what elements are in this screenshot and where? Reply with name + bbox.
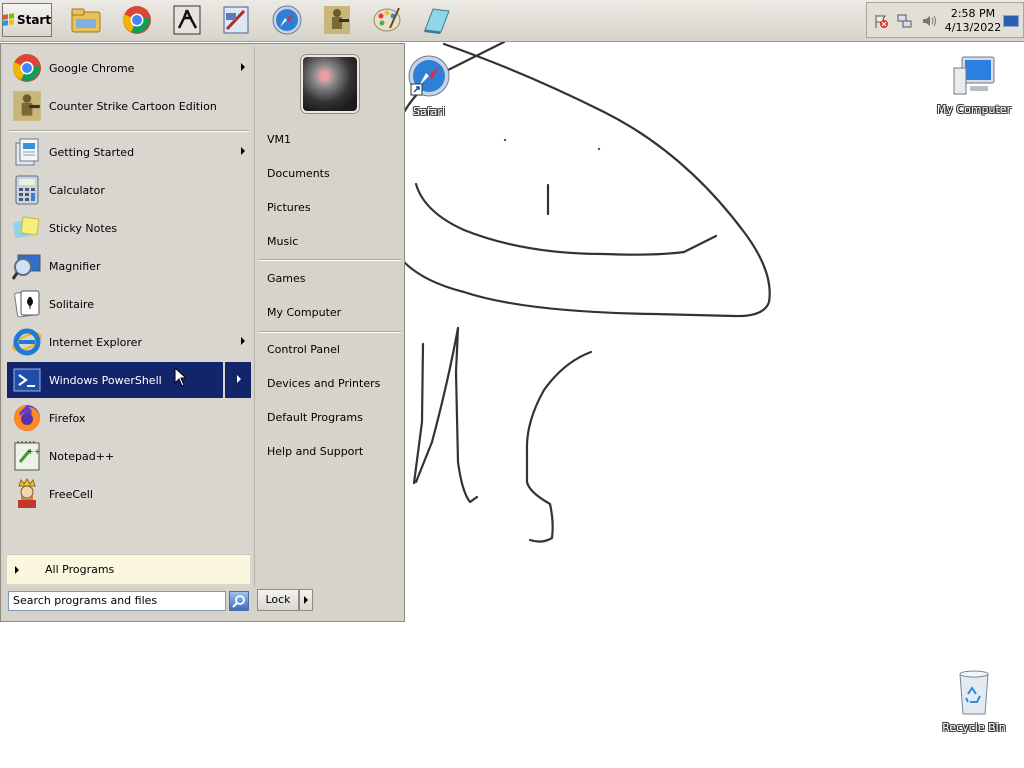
program-label: Magnifier [49, 259, 101, 273]
network-icon[interactable] [897, 13, 913, 29]
place-devices-and-printers[interactable]: Devices and Printers [267, 377, 380, 390]
program-calculator[interactable]: Calculator [7, 172, 251, 208]
places-pane: VM1 Documents Pictures Music Games My Co… [254, 47, 402, 586]
firefox-icon [11, 402, 43, 434]
search-icon [232, 595, 245, 608]
windows-flag-icon [2, 13, 15, 27]
program-label: Firefox [49, 411, 86, 425]
place-my-computer[interactable]: My Computer [267, 306, 341, 319]
volume-icon[interactable] [921, 13, 937, 29]
start-menu: Google Chrome Counter Strike Cartoon Edi… [0, 43, 405, 622]
all-programs-arrow-icon [15, 565, 19, 574]
clock[interactable]: 2:58 PM 4/13/2022 [943, 7, 1003, 35]
clock-time: 2:58 PM [950, 7, 996, 20]
system-tray: 2:58 PM 4/13/2022 [866, 2, 1024, 38]
submenu-arrow-icon[interactable] [241, 63, 245, 71]
menu-separator [259, 331, 401, 333]
internet-explorer-icon [11, 326, 43, 358]
start-label: Start [16, 13, 52, 27]
paint-tool-icon[interactable] [220, 4, 252, 36]
program-getting-started[interactable]: Getting Started [7, 134, 251, 170]
program-label: Getting Started [49, 145, 135, 159]
place-help-and-support[interactable]: Help and Support [267, 445, 363, 458]
program-windows-powershell[interactable]: Windows PowerShell [7, 362, 251, 398]
all-programs-button[interactable]: All Programs [7, 554, 250, 584]
program-firefox[interactable]: Firefox [7, 400, 251, 436]
user-avatar[interactable] [301, 55, 359, 113]
all-programs-label: All Programs [45, 563, 115, 576]
submenu-arrow-icon[interactable] [241, 337, 245, 345]
safari-icon[interactable] [271, 4, 303, 36]
desktop-icon-recycle-bin[interactable]: Recycle Bin [934, 668, 1014, 734]
search-placeholder: Search programs and files [13, 594, 158, 607]
magnifier-icon [11, 250, 43, 282]
show-desktop-button[interactable] [1003, 15, 1019, 27]
paint-palette-icon[interactable] [371, 4, 403, 36]
recycle-bin-icon [959, 670, 989, 715]
place-control-panel[interactable]: Control Panel [267, 343, 340, 356]
taskbar: Start 2:58 PM 4/13/2022 [0, 0, 1024, 42]
safari-icon [408, 55, 450, 97]
soldier-game-icon[interactable] [321, 4, 353, 36]
getting-started-icon [11, 136, 43, 168]
search-button[interactable] [229, 591, 249, 611]
shutdown-options-arrow[interactable] [299, 589, 313, 611]
lock-button[interactable]: Lock [257, 589, 299, 611]
explorer-icon[interactable] [70, 4, 102, 36]
freecell-king-icon [11, 478, 43, 510]
desktop-icon-label: My Computer [936, 103, 1012, 116]
paint-scribble-drawing [404, 42, 771, 543]
sticky-notes-icon [11, 212, 43, 244]
program-label: Solitaire [49, 297, 94, 311]
program-label: Google Chrome [49, 61, 135, 75]
computer-icon [953, 56, 995, 95]
solitaire-icon [11, 288, 43, 320]
mouse-cursor-icon [174, 367, 188, 387]
search-input[interactable]: Search programs and files [8, 591, 226, 611]
program-notepad-plus-plus[interactable]: ++ Notepad++ [7, 438, 251, 474]
counter-strike-icon[interactable] [171, 4, 203, 36]
desktop-icon-label: Recycle Bin [942, 721, 1006, 734]
program-counter-strike[interactable]: Counter Strike Cartoon Edition [7, 88, 251, 124]
program-sticky-notes[interactable]: Sticky Notes [7, 210, 251, 246]
submenu-arrow-icon[interactable] [241, 147, 245, 155]
program-label: Counter Strike Cartoon Edition [49, 99, 217, 113]
notepad-plus-plus-icon: ++ [11, 440, 43, 472]
notepad-icon[interactable] [420, 4, 452, 36]
start-button[interactable]: Start [2, 3, 52, 37]
program-magnifier[interactable]: Magnifier [7, 248, 251, 284]
svg-text:++: ++ [27, 447, 40, 456]
program-freecell[interactable]: FreeCell [7, 476, 251, 512]
clock-date: 4/13/2022 [944, 21, 1002, 34]
program-label: Sticky Notes [49, 221, 118, 235]
place-games[interactable]: Games [267, 272, 305, 285]
calculator-icon [11, 174, 43, 206]
place-documents[interactable]: Documents [267, 167, 330, 180]
place-music[interactable]: Music [267, 235, 298, 248]
program-label: Internet Explorer [49, 335, 142, 349]
program-label: Calculator [49, 183, 105, 197]
program-label: FreeCell [49, 487, 93, 501]
desktop-icon-my-computer[interactable]: My Computer [934, 54, 1014, 116]
menu-separator [259, 259, 401, 261]
action-center-flag-icon[interactable] [873, 13, 889, 29]
chrome-icon [11, 52, 43, 84]
program-label: Windows PowerShell [49, 373, 162, 387]
place-user-folder[interactable]: VM1 [267, 133, 291, 146]
submenu-arrow-icon[interactable] [237, 375, 241, 383]
soldier-game-icon [11, 90, 43, 122]
program-google-chrome[interactable]: Google Chrome [7, 50, 251, 86]
powershell-icon [11, 364, 43, 396]
program-internet-explorer[interactable]: Internet Explorer [7, 324, 251, 360]
place-pictures[interactable]: Pictures [267, 201, 311, 214]
menu-separator [9, 130, 249, 132]
place-default-programs[interactable]: Default Programs [267, 411, 363, 424]
program-label: Notepad++ [49, 449, 115, 463]
chrome-icon[interactable] [121, 4, 153, 36]
program-solitaire[interactable]: Solitaire [7, 286, 251, 322]
